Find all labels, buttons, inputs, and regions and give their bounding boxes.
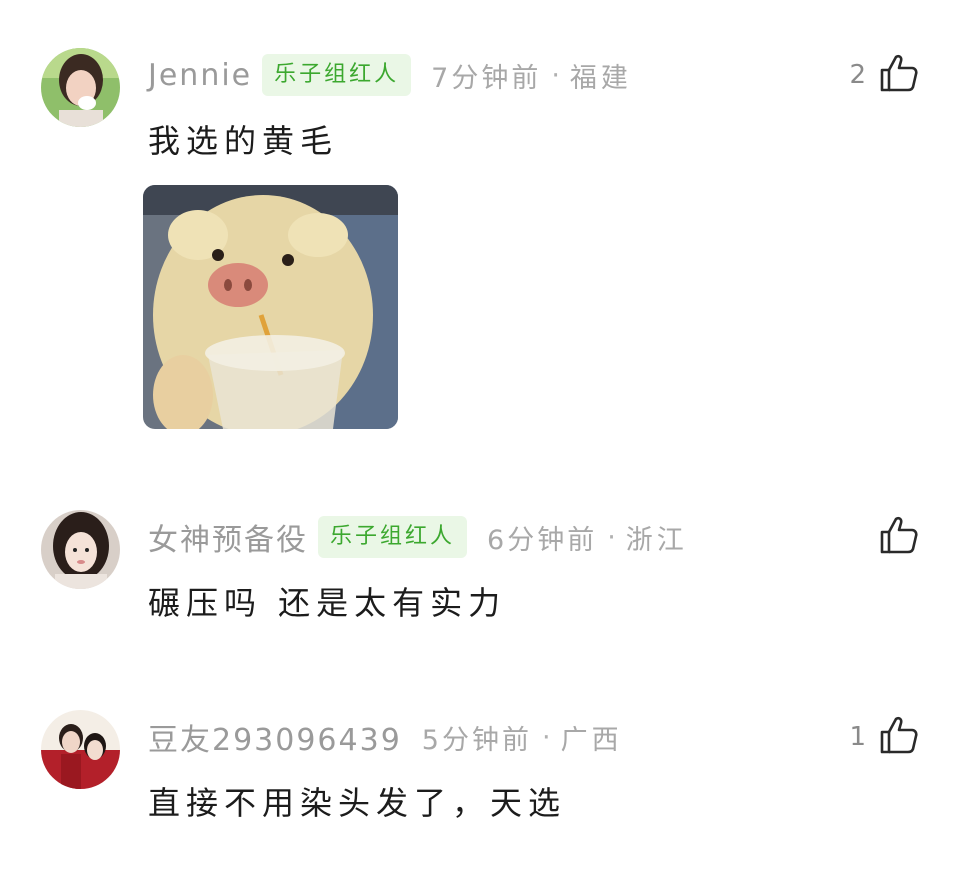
- pig-drinking-image[interactable]: [143, 185, 398, 429]
- thumbs-up-icon: [878, 52, 920, 98]
- comment-text: 直接不用染头发了，天选: [148, 784, 567, 822]
- badge: 乐子组红人: [262, 54, 412, 96]
- thumbs-up-icon: [878, 714, 920, 760]
- username[interactable]: 女神预备役: [148, 515, 308, 559]
- like-button[interactable]: 2: [849, 53, 920, 97]
- username[interactable]: Jennie: [148, 58, 252, 93]
- avatar[interactable]: [41, 510, 120, 589]
- like-button[interactable]: [866, 515, 920, 559]
- comment-text: 碾压吗 还是太有实力: [148, 584, 507, 622]
- comment-text: 我选的黄毛: [148, 122, 339, 160]
- comment-meta: Jennie 乐子组红人 7分钟前 · 福建: [148, 53, 632, 97]
- like-button[interactable]: 1: [849, 715, 920, 759]
- username[interactable]: 豆友293096439: [148, 715, 402, 759]
- like-count: 2: [849, 60, 866, 90]
- comment-meta: 女神预备役 乐子组红人 6分钟前 · 浙江: [148, 515, 688, 559]
- avatar[interactable]: [41, 710, 120, 789]
- timestamp: 5分钟前: [421, 724, 532, 756]
- avatar[interactable]: [41, 48, 120, 127]
- thumbs-up-icon: [878, 514, 920, 560]
- like-count: 1: [849, 722, 866, 752]
- timestamp: 7分钟前: [431, 62, 542, 94]
- separator: ·: [607, 521, 616, 553]
- badge: 乐子组红人: [318, 516, 468, 558]
- separator: ·: [551, 59, 560, 91]
- separator: ·: [541, 721, 551, 753]
- location: 浙江: [625, 524, 688, 556]
- location: 福建: [569, 62, 632, 94]
- comment-meta: 豆友293096439 5分钟前 · 广西: [148, 715, 623, 759]
- location: 广西: [560, 724, 623, 756]
- timestamp: 6分钟前: [487, 524, 598, 556]
